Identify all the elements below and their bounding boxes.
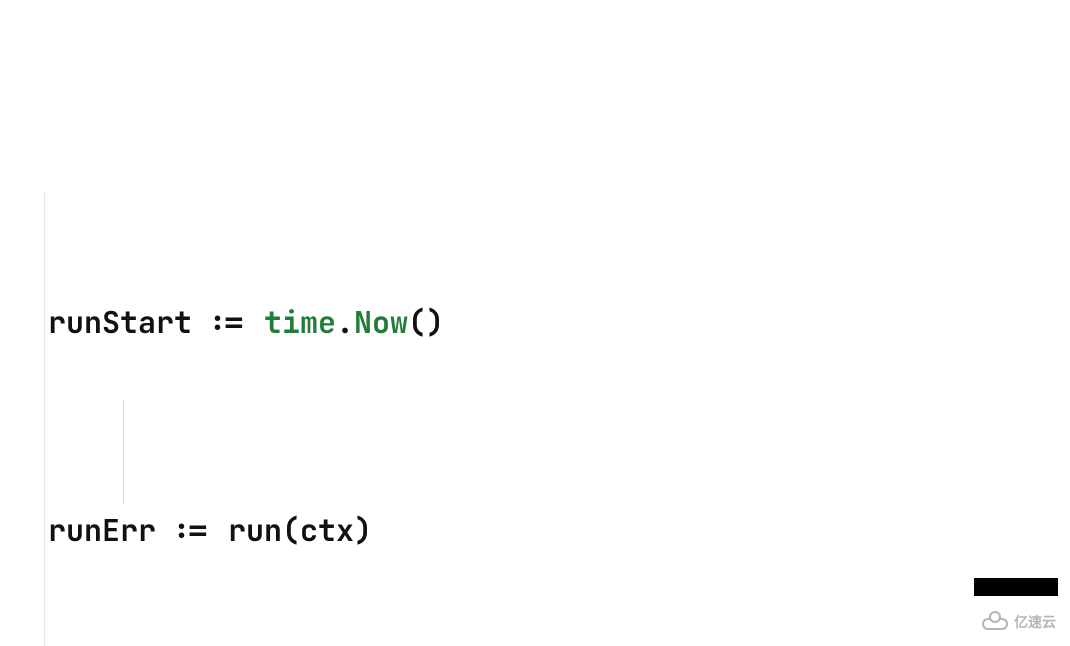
code-line[interactable]: runErr := run(ctx) — [48, 504, 1070, 556]
fold-gutter-line — [44, 192, 45, 646]
parens: () — [408, 302, 444, 342]
watermark: 亿速云 — [982, 612, 1056, 632]
op-assign: := — [210, 302, 246, 342]
op-dot: . — [336, 302, 354, 342]
watermark-text: 亿速云 — [1014, 612, 1056, 632]
indent-guide — [123, 400, 124, 504]
var-runstart: runStart — [48, 302, 192, 342]
fn-now: Now — [354, 302, 408, 342]
cloud-icon — [982, 614, 1008, 630]
call-run: run(ctx) — [228, 510, 372, 550]
op-assign: := — [174, 510, 210, 550]
code-editor: runStart := time.Now() runErr := run(ctx… — [0, 0, 1070, 646]
redaction-box — [974, 578, 1058, 596]
pkg-time: time — [264, 302, 336, 342]
code-line[interactable]: runStart := time.Now() — [48, 296, 1070, 348]
var-runerr: runErr — [48, 510, 156, 550]
